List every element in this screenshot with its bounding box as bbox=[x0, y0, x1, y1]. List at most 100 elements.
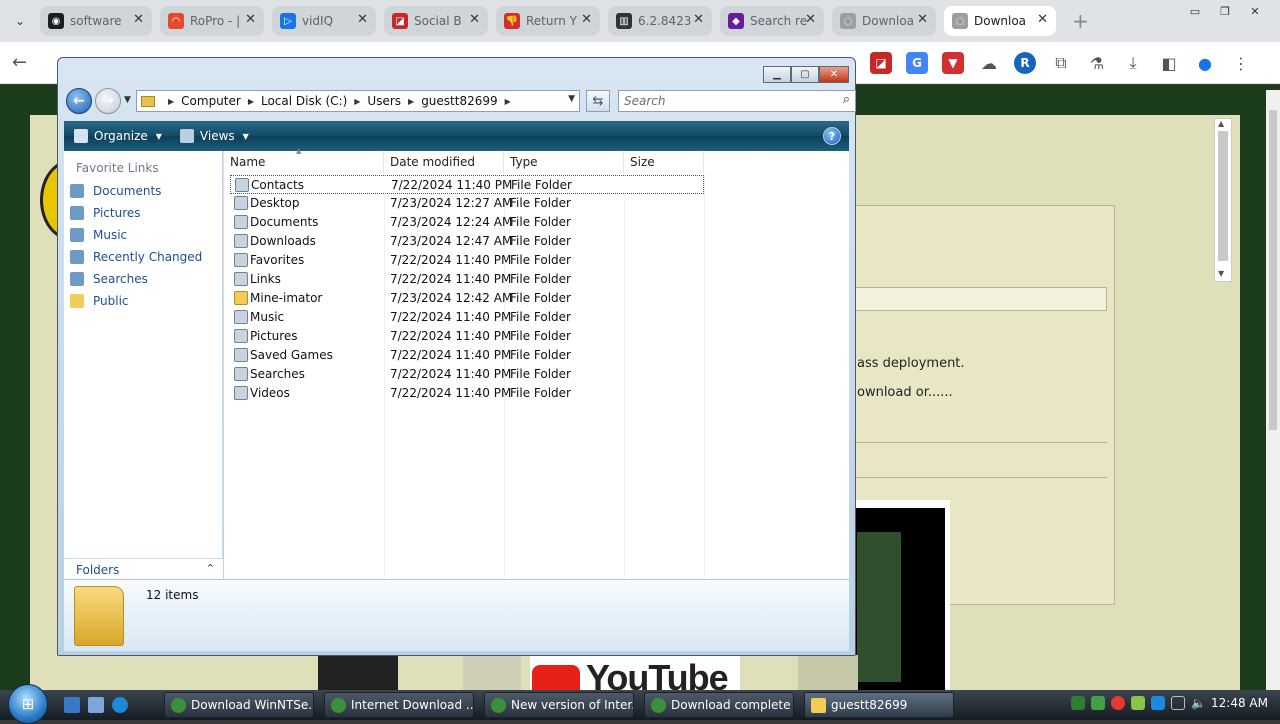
taskbar-button[interactable]: Internet Download ... bbox=[324, 692, 474, 718]
address-bar[interactable]: ▶ Computer ▶ Local Disk (C:) ▶ Users ▶ g… bbox=[136, 90, 580, 112]
file-row[interactable]: Contacts 7/22/2024 11:40 PM File Folder bbox=[230, 175, 704, 194]
column-header-type[interactable]: Type bbox=[504, 151, 624, 173]
clock[interactable]: 12:48 AM bbox=[1211, 696, 1268, 710]
file-row[interactable]: Mine-imator 7/23/2024 12:42 AM File Folder bbox=[230, 289, 704, 308]
return-dislike-extension-icon[interactable]: ▼ bbox=[942, 52, 964, 74]
new-tab-button[interactable]: + bbox=[1072, 9, 1089, 33]
page-inner-scrollbar[interactable]: ▲ ▼ bbox=[1214, 118, 1232, 282]
tab-close-icon[interactable]: ✕ bbox=[133, 12, 144, 27]
explorer-title-bar[interactable]: ▁ ▢ ✕ bbox=[58, 58, 855, 86]
breadcrumb-separator-icon[interactable]: ▶ bbox=[354, 97, 360, 106]
search-icon[interactable]: ⌕ bbox=[843, 92, 850, 107]
recent-pages-dropdown-icon[interactable]: ▼ bbox=[124, 95, 131, 105]
organize-button[interactable]: Organize ▼ bbox=[74, 129, 162, 143]
file-row[interactable]: Favorites 7/22/2024 11:40 PM File Folder bbox=[230, 251, 704, 270]
file-row[interactable]: Documents 7/23/2024 12:24 AM File Folder bbox=[230, 213, 704, 232]
browser-minimize-button[interactable]: ▭ bbox=[1182, 2, 1208, 20]
breadcrumb-separator-icon[interactable]: ▶ bbox=[248, 97, 254, 106]
tab-close-icon[interactable]: ✕ bbox=[693, 12, 704, 27]
favorite-link[interactable]: Public bbox=[70, 291, 129, 311]
refresh-button[interactable]: ⇆ bbox=[586, 90, 610, 112]
browser-tab[interactable]: ◉ software ✕ bbox=[40, 6, 152, 36]
breadcrumb-computer[interactable]: Computer bbox=[181, 94, 241, 108]
chevron-up-icon[interactable]: ⌃ bbox=[206, 562, 215, 575]
extensions-puzzle-icon[interactable]: ⧉ bbox=[1050, 52, 1072, 74]
start-button[interactable]: ⊞ bbox=[8, 684, 48, 724]
browser-tab[interactable]: ▥ 6.2.8423 ✕ bbox=[608, 6, 712, 36]
browser-restore-button[interactable]: ❐ bbox=[1212, 2, 1238, 20]
taskbar-button[interactable]: Download complete bbox=[644, 692, 794, 718]
switch-windows-icon[interactable] bbox=[88, 697, 104, 713]
file-row[interactable]: Saved Games 7/22/2024 11:40 PM File Folder bbox=[230, 346, 704, 365]
profile-icon[interactable]: ● bbox=[1194, 52, 1216, 74]
browser-tab[interactable]: 👎 Return Y ✕ bbox=[496, 6, 600, 36]
tab-close-icon[interactable]: ✕ bbox=[245, 12, 256, 27]
browser-close-button[interactable]: ✕ bbox=[1242, 2, 1268, 20]
browser-menu-icon[interactable]: ⋮ bbox=[1230, 52, 1252, 74]
favorite-link[interactable]: Pictures bbox=[70, 203, 141, 223]
tab-close-icon[interactable]: ✕ bbox=[581, 12, 592, 27]
file-row[interactable]: Pictures 7/22/2024 11:40 PM File Folder bbox=[230, 327, 704, 346]
cloud-extension-icon[interactable]: ☁ bbox=[978, 52, 1000, 74]
file-row[interactable]: Downloads 7/23/2024 12:47 AM File Folder bbox=[230, 232, 704, 251]
address-history-dropdown-icon[interactable]: ▼ bbox=[568, 94, 575, 104]
file-row[interactable]: Desktop 7/23/2024 12:27 AM File Folder bbox=[230, 194, 704, 213]
explorer-minimize-button[interactable]: ▁ bbox=[763, 66, 791, 83]
file-row[interactable]: Videos 7/22/2024 11:40 PM File Folder bbox=[230, 384, 704, 403]
taskbar-button[interactable]: New version of Inter... bbox=[484, 692, 634, 718]
browser-tab[interactable]: ◠ RoPro - | ✕ bbox=[160, 6, 264, 36]
internet-explorer-icon[interactable] bbox=[112, 697, 128, 713]
side-panel-icon[interactable]: ◧ bbox=[1158, 52, 1180, 74]
tab-close-icon[interactable]: ✕ bbox=[917, 12, 928, 27]
tab-close-icon[interactable]: ✕ bbox=[469, 12, 480, 27]
favorite-link[interactable]: Music bbox=[70, 225, 127, 245]
column-header-name[interactable]: ▲ Name bbox=[224, 147, 384, 173]
file-row[interactable]: Links 7/22/2024 11:40 PM File Folder bbox=[230, 270, 704, 289]
taskbar-button[interactable]: guestt82699 bbox=[804, 692, 954, 718]
breadcrumb-local-disk[interactable]: Local Disk (C:) bbox=[261, 94, 347, 108]
downloads-icon[interactable]: ⤓ bbox=[1122, 52, 1144, 74]
browser-tab[interactable]: ◌ Downloa ✕ bbox=[832, 6, 936, 36]
browser-tab[interactable]: ◌ Downloa ✕ bbox=[944, 6, 1056, 36]
tray-update-icon[interactable] bbox=[1131, 696, 1146, 710]
breadcrumb-separator-icon[interactable]: ▶ bbox=[505, 97, 511, 106]
tray-error-icon[interactable] bbox=[1111, 696, 1126, 710]
favorite-link[interactable]: Recently Changed bbox=[70, 247, 202, 267]
translate-extension-icon[interactable]: G bbox=[906, 52, 928, 74]
breadcrumb-separator-icon[interactable]: ▶ bbox=[408, 97, 414, 106]
breadcrumb-user-folder[interactable]: guestt82699 bbox=[421, 94, 497, 108]
tray-idm-icon[interactable] bbox=[1151, 696, 1166, 710]
search-input[interactable]: Search ⌕ bbox=[618, 90, 856, 112]
show-desktop-icon[interactable] bbox=[64, 697, 80, 713]
browser-tab[interactable]: ▷ vidIQ ✕ bbox=[272, 6, 376, 36]
tab-close-icon[interactable]: ✕ bbox=[805, 12, 816, 27]
ropro-extension-icon[interactable]: R bbox=[1014, 52, 1036, 74]
views-button[interactable]: Views ▼ bbox=[179, 129, 249, 143]
tab-search-chevron-icon[interactable]: ⌄ bbox=[0, 0, 40, 42]
breadcrumb-users[interactable]: Users bbox=[367, 94, 401, 108]
explorer-forward-button[interactable]: → bbox=[95, 88, 121, 114]
breadcrumb-separator-icon[interactable]: ▶ bbox=[168, 97, 174, 106]
tray-check-icon[interactable] bbox=[1091, 696, 1106, 710]
help-button[interactable]: ? bbox=[823, 127, 841, 145]
network-icon[interactable] bbox=[1171, 696, 1186, 710]
page-scrollbar[interactable] bbox=[1266, 90, 1280, 690]
volume-icon[interactable]: 🔈 bbox=[1191, 696, 1206, 710]
social-blade-extension-icon[interactable]: ◪ bbox=[870, 52, 892, 74]
folders-toggle-bar[interactable]: Folders ⌃ bbox=[64, 558, 223, 580]
tab-close-icon[interactable]: ✕ bbox=[1037, 12, 1048, 27]
column-header-size[interactable]: Size bbox=[624, 151, 704, 173]
browser-tab[interactable]: ◪ Social B ✕ bbox=[384, 6, 488, 36]
favorite-link[interactable]: Searches bbox=[70, 269, 148, 289]
explorer-back-button[interactable]: ← bbox=[66, 88, 92, 114]
tab-close-icon[interactable]: ✕ bbox=[357, 12, 368, 27]
page-input-bar[interactable] bbox=[855, 287, 1107, 311]
explorer-close-button[interactable]: ✕ bbox=[819, 66, 849, 83]
file-row[interactable]: Searches 7/22/2024 11:40 PM File Folder bbox=[230, 365, 704, 384]
taskbar-button[interactable]: Download WinNTSe... bbox=[164, 692, 314, 718]
explorer-maximize-button[interactable]: ▢ bbox=[791, 66, 819, 83]
tray-chrome-icon[interactable] bbox=[1071, 696, 1086, 710]
favorite-link[interactable]: Documents bbox=[70, 181, 161, 201]
browser-tab[interactable]: ◆ Search re ✕ bbox=[720, 6, 824, 36]
browser-back-button[interactable]: ← bbox=[12, 52, 27, 73]
